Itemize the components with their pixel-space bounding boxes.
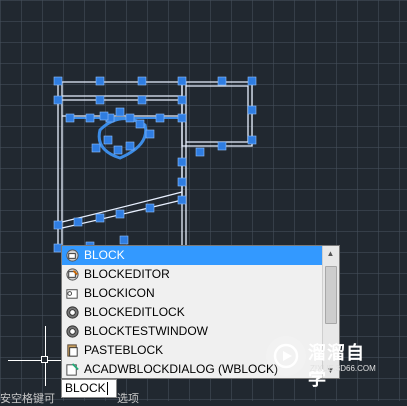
- grip-handle[interactable]: [177, 113, 187, 123]
- grip-handle[interactable]: [95, 95, 105, 105]
- grip-handle[interactable]: [177, 177, 187, 187]
- block-icon: [64, 248, 80, 264]
- autocomplete-item-label: BLOCKICON: [84, 286, 155, 300]
- autocomplete-item-label: ACADWBLOCKDIALOG (WBLOCK): [84, 362, 279, 376]
- grip-handle[interactable]: [145, 203, 155, 213]
- grip-handle[interactable]: [115, 209, 125, 219]
- autocomplete-item-label: BLOCK: [84, 248, 125, 262]
- grip-handle[interactable]: [53, 95, 63, 105]
- wblock-icon: [64, 362, 80, 378]
- scroll-thumb[interactable]: [325, 266, 337, 324]
- autocomplete-item-blockicon[interactable]: BLOCKICON: [62, 284, 323, 303]
- grip-handle[interactable]: [113, 145, 123, 155]
- crosshair-pickbox: [41, 356, 48, 363]
- glass-drawing[interactable]: [57, 81, 253, 248]
- autocomplete-item-label: BLOCKEDITOR: [84, 267, 170, 281]
- grip-handle[interactable]: [137, 76, 147, 86]
- grip-handle[interactable]: [217, 141, 227, 151]
- grip-handle[interactable]: [125, 141, 135, 151]
- autocomplete-item-blockeditlock[interactable]: BLOCKEDITLOCK: [62, 303, 323, 322]
- status-hint-right: 选项: [117, 393, 139, 405]
- grip-handle[interactable]: [115, 107, 125, 117]
- grip-handle[interactable]: [247, 135, 257, 145]
- block-editor-icon: [64, 267, 80, 283]
- autocomplete-item-blockeditor[interactable]: BLOCKEDITOR: [62, 265, 323, 284]
- command-line-input[interactable]: BLOCK: [61, 379, 117, 398]
- grip-handle[interactable]: [195, 147, 205, 157]
- selection-grips[interactable]: [53, 76, 257, 253]
- autocomplete-item-label: BLOCKTESTWINDOW: [84, 324, 209, 338]
- block-icon-icon: [64, 286, 80, 302]
- gear-icon: [64, 305, 80, 321]
- text-caret: [106, 382, 108, 395]
- watermark: 溜溜自学 ZIXUE.3D66.COM: [266, 336, 382, 389]
- autocomplete-item-label: BLOCKEDITLOCK: [84, 305, 185, 319]
- autocomplete-item-label: PASTEBLOCK: [84, 343, 164, 357]
- grip-handle[interactable]: [247, 76, 257, 86]
- grip-handle[interactable]: [91, 143, 101, 153]
- grip-handle[interactable]: [177, 195, 187, 205]
- grip-handle[interactable]: [145, 129, 155, 139]
- status-hint-left: 安空格键可: [0, 393, 55, 405]
- grip-handle[interactable]: [177, 76, 187, 86]
- command-value: BLOCK: [65, 381, 106, 395]
- grip-handle[interactable]: [217, 76, 227, 86]
- grip-handle[interactable]: [177, 95, 187, 105]
- grip-handle[interactable]: [155, 113, 165, 123]
- grip-handle[interactable]: [73, 217, 83, 227]
- grip-handle[interactable]: [53, 220, 63, 230]
- autocomplete-item-block[interactable]: BLOCK: [62, 246, 323, 265]
- watermark-logo-icon: [266, 336, 306, 376]
- grip-handle[interactable]: [119, 235, 129, 245]
- grip-handle[interactable]: [95, 76, 105, 86]
- grip-handle[interactable]: [85, 113, 95, 123]
- grip-handle[interactable]: [53, 76, 63, 86]
- grip-handle[interactable]: [247, 105, 257, 115]
- grip-handle[interactable]: [99, 111, 109, 121]
- grip-handle[interactable]: [177, 157, 187, 167]
- grip-handle[interactable]: [95, 213, 105, 223]
- grip-handle[interactable]: [125, 113, 135, 123]
- gear-icon: [64, 324, 80, 340]
- grip-handle[interactable]: [135, 119, 145, 129]
- paste-icon: [64, 343, 80, 359]
- grip-handle[interactable]: [137, 95, 147, 105]
- watermark-url: ZIXUE.3D66.COM: [310, 364, 376, 373]
- scroll-up-icon[interactable]: ▲: [323, 246, 338, 261]
- grip-handle[interactable]: [65, 113, 75, 123]
- grip-handle[interactable]: [103, 135, 113, 145]
